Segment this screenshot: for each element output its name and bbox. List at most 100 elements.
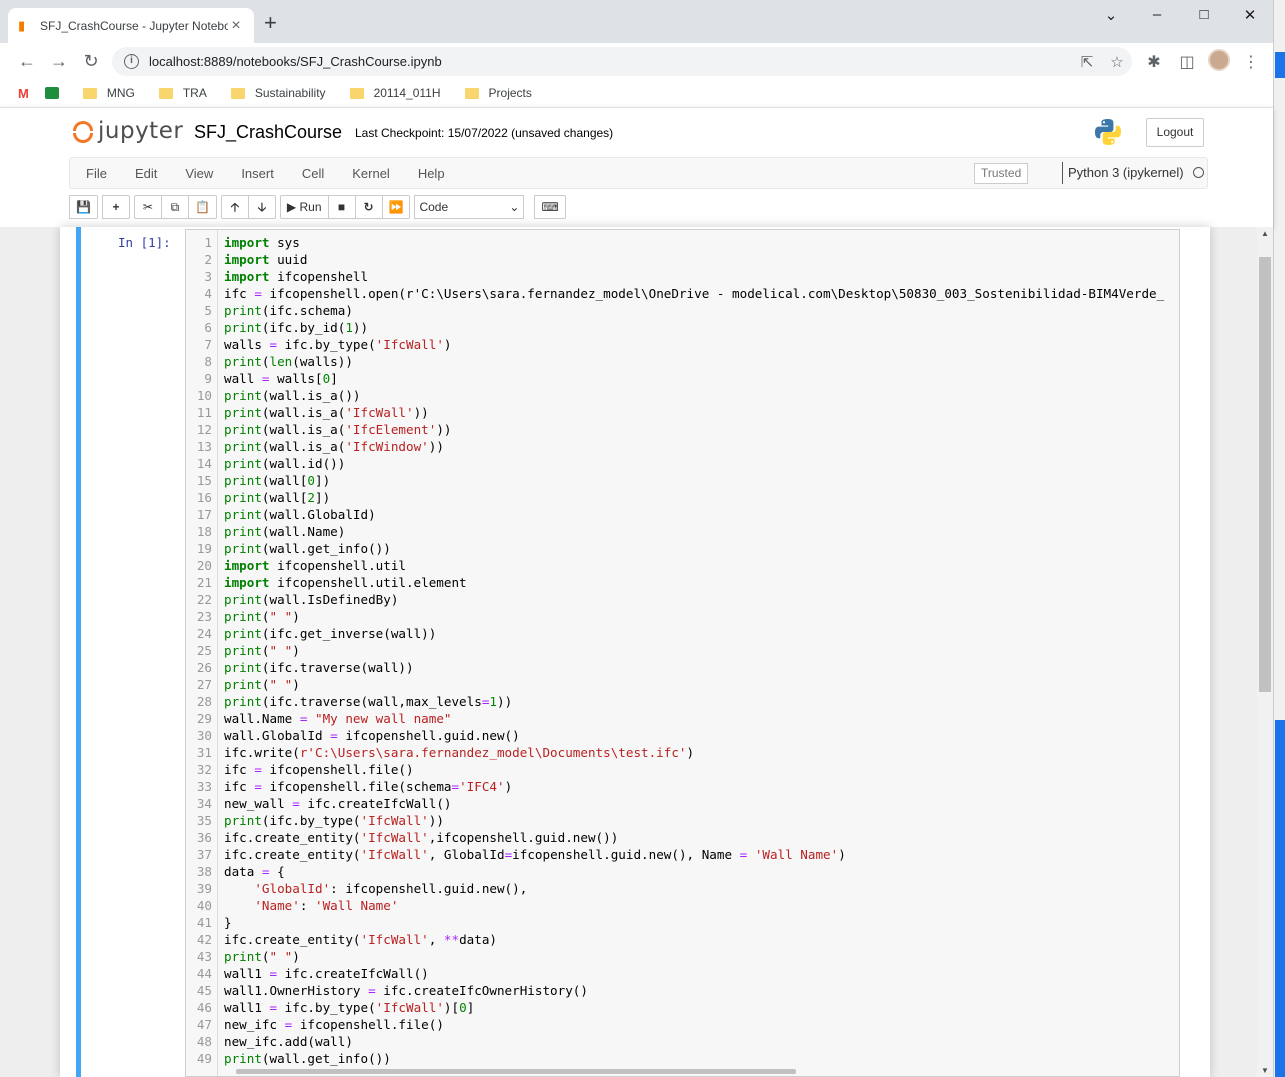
profile-avatar[interactable] [1208, 49, 1230, 71]
menu-bar: File Edit View Insert Cell Kernel Help T… [69, 157, 1208, 189]
reload-icon[interactable]: ↻ [80, 51, 102, 72]
cell-type-select[interactable]: Code ⌄ [414, 194, 525, 219]
forward-arrow-icon[interactable]: → [48, 51, 70, 72]
close-window-icon[interactable]: ✕ [1235, 6, 1265, 24]
browser-toolbar: ← → ↻ i localhost:8889/notebooks/SFJ_Cra… [0, 43, 1273, 79]
line-number: 29 [196, 711, 212, 726]
interrupt-stop-icon[interactable]: ■ [327, 194, 356, 219]
jupyter-logo-icon [72, 118, 94, 144]
code-text: ifc.write(r'C:\Users\sara.fernandez_mode… [224, 745, 695, 760]
back-arrow-icon[interactable]: ← [16, 51, 38, 72]
code-text: print(wall[2]) [224, 490, 331, 505]
extensions-puzzle-icon[interactable]: ✱ [1142, 52, 1166, 72]
scroll-down-icon[interactable]: ▼ [1261, 1066, 1269, 1075]
bookmark-folder[interactable]: Projects [464, 86, 532, 100]
cell-type-value: Code [419, 199, 449, 214]
run-button[interactable]: ▶ Run [279, 194, 329, 219]
code-text: import ifcopenshell.util [224, 558, 406, 573]
code-text: print(wall.is_a('IfcWindow')) [224, 439, 444, 454]
line-number: 3 [204, 269, 212, 284]
scroll-up-icon[interactable]: ▲ [1261, 229, 1269, 238]
bookmark-folder[interactable]: TRA [158, 86, 207, 100]
notebook-name[interactable]: SFJ_CrashCourse [194, 122, 342, 143]
line-number: 45 [196, 983, 212, 998]
minimize-icon[interactable]: – [1142, 6, 1172, 23]
python-logo-icon [1095, 119, 1121, 145]
code-text: print(ifc.get_inverse(wall)) [224, 626, 437, 641]
url-text[interactable]: localhost:8889/notebooks/SFJ_CrashCourse… [149, 54, 1072, 69]
bookmark-folder[interactable]: MNG [82, 86, 135, 100]
line-number: 47 [196, 1017, 212, 1032]
code-text: print(wall.get_info()) [224, 541, 391, 556]
restart-kernel-icon[interactable]: ↻ [354, 194, 383, 219]
menu-cell[interactable]: Cell [288, 166, 338, 181]
line-number: 26 [196, 660, 212, 675]
line-number: 11 [196, 405, 212, 420]
code-text: print(wall.get_info()) [224, 1051, 391, 1066]
jupyter-logo[interactable]: jupyter [72, 118, 183, 144]
menu-kernel[interactable]: Kernel [338, 166, 404, 181]
maximize-icon[interactable]: □ [1189, 6, 1219, 23]
new-tab-icon[interactable]: + [264, 12, 277, 34]
jupyter-wordmark: jupyter [98, 118, 184, 144]
line-number: 48 [196, 1034, 212, 1049]
bookmark-folder[interactable]: Sustainability [230, 86, 326, 100]
page-vertical-scrollbar[interactable]: ▲ ▼ [1257, 227, 1273, 1077]
restart-run-all-icon[interactable]: ⏩ [381, 194, 411, 219]
play-icon: ▶ [286, 199, 297, 214]
line-number: 46 [196, 1000, 212, 1015]
browser-tab-strip: ▮ SFJ_CrashCourse - Jupyter Notebook × +… [0, 0, 1273, 43]
code-text: print(" ") [224, 949, 300, 964]
move-down-arrow-icon[interactable]: 🡣 [247, 194, 276, 219]
chat-icon[interactable] [44, 87, 59, 99]
insert-cell-plus-icon[interactable]: + [101, 194, 130, 219]
code-text: print(wall.IsDefinedBy) [224, 592, 399, 607]
line-number: 49 [196, 1051, 212, 1066]
browser-menu-icon[interactable]: ⋮ [1239, 52, 1263, 72]
code-text: print(" ") [224, 643, 300, 658]
copy-icon[interactable]: ⧉ [160, 194, 189, 219]
line-number: 34 [196, 796, 212, 811]
code-editor[interactable]: 1 import sys 2 import uuid 3 import ifcopensh… [185, 229, 1180, 1077]
menu-insert[interactable]: Insert [227, 166, 288, 181]
logout-button[interactable]: Logout [1146, 118, 1204, 147]
gmail-icon[interactable]: M [18, 86, 29, 101]
code-text: print(ifc.by_id(1)) [224, 320, 369, 335]
tab-close-icon[interactable]: × [228, 17, 244, 35]
code-text: ifc.create_entity('IfcWall', **data) [224, 932, 497, 947]
code-text: wall1 = ifc.by_type('IfcWall')[0] [224, 1000, 475, 1015]
line-number: 24 [196, 626, 212, 641]
code-text: print(ifc.by_type('IfcWall')) [224, 813, 444, 828]
side-panel-icon[interactable]: ◫ [1175, 52, 1199, 72]
save-icon[interactable]: 💾 [69, 194, 98, 219]
code-text: } [224, 915, 232, 930]
code-text: import ifcopenshell.util.element [224, 575, 467, 590]
chevron-down-icon: ⌄ [509, 199, 520, 214]
share-icon[interactable]: ⇱ [1072, 53, 1102, 71]
address-bar[interactable]: i localhost:8889/notebooks/SFJ_CrashCour… [112, 47, 1132, 76]
cut-scissors-icon[interactable]: ✂ [133, 194, 162, 219]
line-number: 43 [196, 949, 212, 964]
line-number: 33 [196, 779, 212, 794]
move-up-arrow-icon[interactable]: 🡡 [220, 194, 249, 219]
code-text: print(wall.GlobalId) [224, 507, 376, 522]
menu-edit[interactable]: Edit [121, 166, 171, 181]
menu-file[interactable]: File [70, 166, 121, 181]
trusted-badge[interactable]: Trusted [974, 163, 1029, 184]
notebook-favicon-icon: ▮ [18, 17, 26, 33]
site-info-icon[interactable]: i [124, 54, 139, 69]
bookmark-star-icon[interactable]: ☆ [1102, 53, 1132, 71]
code-text: print(wall[0]) [224, 473, 331, 488]
scrollbar-thumb[interactable] [1259, 257, 1271, 692]
code-text: print(" ") [224, 609, 300, 624]
kernel-name[interactable]: Python 3 (ipykernel) [1068, 165, 1184, 180]
paste-icon[interactable]: 📋 [187, 194, 217, 219]
menu-view[interactable]: View [171, 166, 227, 181]
code-text: wall1 = ifc.createIfcWall() [224, 966, 429, 981]
menu-help[interactable]: Help [404, 166, 459, 181]
bookmark-folder[interactable]: 20114_011H [349, 86, 441, 100]
tab-search-chevron-icon[interactable]: ⌄ [1096, 6, 1126, 24]
command-palette-keyboard-icon[interactable]: ⌨ [534, 194, 566, 219]
horizontal-scrollbar[interactable] [236, 1069, 796, 1074]
browser-tab[interactable]: ▮ SFJ_CrashCourse - Jupyter Notebook × [8, 8, 254, 43]
